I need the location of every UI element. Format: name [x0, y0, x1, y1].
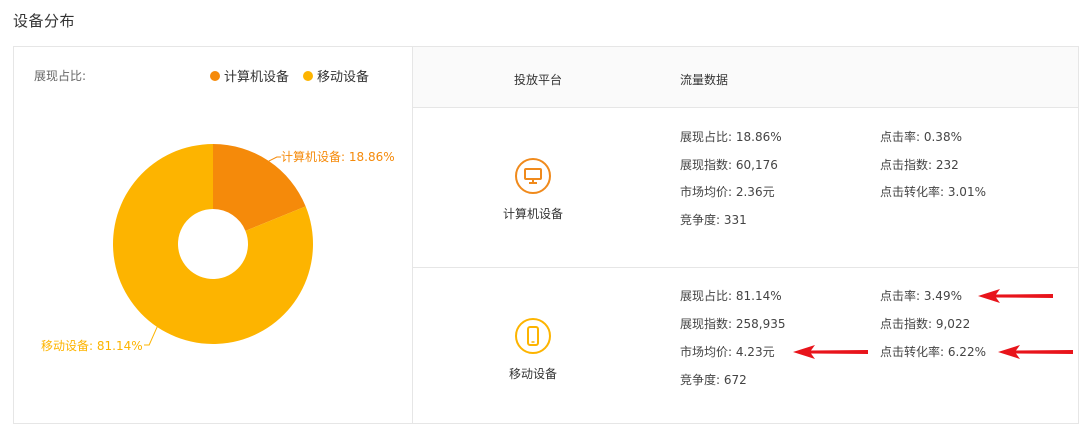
- pie-data-label-computer: 计算机设备: 18.86%: [281, 150, 395, 164]
- donut-chart-svg: [112, 144, 313, 346]
- page-title: 设备分布: [13, 12, 76, 30]
- monitor-icon: [515, 158, 551, 194]
- device-cell: 计算机设备: [503, 158, 563, 222]
- stat-impression-share: 展现占比: 81.14%: [680, 289, 782, 303]
- stat-impression-index: 展现指数: 60,176: [680, 158, 778, 172]
- device-cell: 移动设备: [503, 318, 563, 382]
- stat-avg-price: 市场均价: 2.36元: [680, 185, 775, 199]
- device-distribution-panel: 展现占比: 计算机设备 移动设备 计算机设备: 18.86% 移动设备: 81.…: [13, 46, 1079, 424]
- traffic-table: 投放平台 流量数据 计算机设备 展现占比: 18.86% 点击率: 0.38% …: [413, 47, 1078, 423]
- donut-chart: 计算机设备: 18.86% 移动设备: 81.14%: [14, 47, 412, 423]
- stat-click-index: 点击指数: 9,022: [880, 317, 971, 331]
- stat-impression-share: 展现占比: 18.86%: [680, 130, 782, 144]
- stat-avg-price: 市场均价: 4.23元: [680, 345, 775, 359]
- stat-conversion-rate: 点击转化率: 3.01%: [880, 185, 986, 199]
- annotation-arrow-icon: [978, 289, 1053, 303]
- pie-leader-line: [144, 326, 158, 346]
- table-header: 投放平台 流量数据: [413, 47, 1078, 108]
- pie-leader-line: [268, 156, 281, 162]
- annotation-arrow-icon: [793, 345, 868, 359]
- annotation-arrow-icon: [998, 345, 1073, 359]
- device-name: 计算机设备: [503, 207, 564, 221]
- table-row: 计算机设备 展现占比: 18.86% 点击率: 0.38% 展现指数: 60,1…: [413, 108, 1078, 268]
- stat-impression-index: 展现指数: 258,935: [680, 317, 786, 331]
- mobile-icon: [515, 318, 551, 354]
- stat-competition: 竞争度: 672: [680, 373, 747, 387]
- stat-ctr: 点击率: 3.49%: [880, 289, 962, 303]
- device-name: 移动设备: [508, 367, 557, 381]
- stat-ctr: 点击率: 0.38%: [880, 130, 962, 144]
- stat-conversion-rate: 点击转化率: 6.22%: [880, 345, 986, 359]
- stat-click-index: 点击指数: 232: [880, 158, 959, 172]
- chart-area: 展现占比: 计算机设备 移动设备 计算机设备: 18.86% 移动设备: 81.…: [14, 47, 412, 423]
- column-header-traffic: 流量数据: [680, 73, 729, 87]
- column-header-platform: 投放平台: [514, 73, 563, 87]
- stat-competition: 竞争度: 331: [680, 213, 747, 227]
- table-row: 移动设备 展现占比: 81.14% 点击率: 3.49% 展现指数: 258,9…: [413, 268, 1078, 428]
- pie-data-label-mobile: 移动设备: 81.14%: [41, 339, 143, 353]
